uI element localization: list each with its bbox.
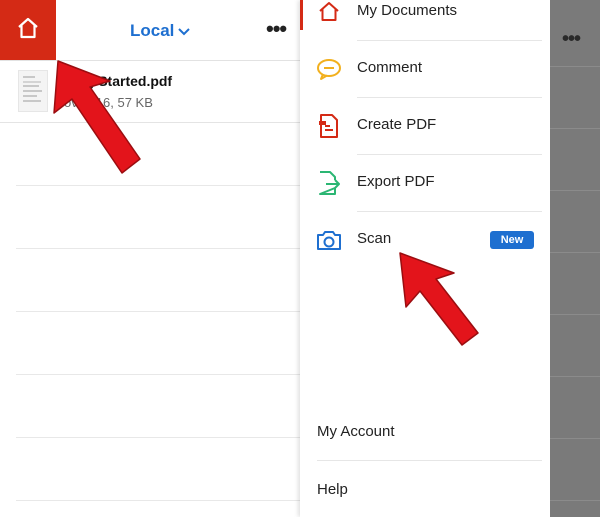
list-divider [550,128,600,129]
list-divider [550,438,600,439]
menu-item-create-pdf[interactable]: Create PDF [300,98,550,155]
create-pdf-icon [315,112,343,140]
menu-item-scan[interactable]: Scan New [300,212,550,269]
list-divider [550,500,600,501]
file-name: tting Started.pdf [64,73,173,89]
camera-icon [315,226,343,254]
menu-item-label: My Documents [357,2,458,19]
menu-item-my-documents[interactable]: My Documents [300,0,550,41]
menu-item-label: Export PDF [357,173,435,190]
chevron-down-icon [178,21,191,41]
menu-item-label: Comment [357,59,423,76]
list-divider [550,66,600,67]
home-icon [315,0,343,26]
location-selector[interactable]: Local [130,20,191,42]
list-divider [16,185,300,186]
new-badge: New [490,231,534,249]
dimmed-overlay[interactable]: ••• [550,0,600,517]
navigation-drawer: My Documents Comment Create PDF Export P… [300,0,550,517]
list-divider [16,437,300,438]
home-icon [15,15,41,46]
menu-item-export-pdf[interactable]: Export PDF [300,155,550,212]
list-divider [550,376,600,377]
list-divider [16,374,300,375]
home-button[interactable] [0,0,56,60]
comment-icon [315,55,343,83]
list-divider [550,190,600,191]
file-meta: ov 2016, 57 KB [64,95,153,110]
help-link[interactable]: Help [317,481,348,498]
list-divider [16,311,300,312]
drawer-accent [300,0,303,30]
list-divider [550,314,600,315]
list-divider [16,500,300,501]
export-pdf-icon [315,169,343,197]
menu-item-comment[interactable]: Comment [300,41,550,98]
divider [317,460,542,461]
my-account-link[interactable]: My Account [317,423,395,440]
file-list-pane: Local ••• tting Started.pdf ov 2016, 57 … [0,0,300,517]
top-bar: Local ••• [0,0,300,61]
list-divider [550,252,600,253]
location-label: Local [130,21,175,40]
more-options-dimmed: ••• [562,28,581,50]
file-row[interactable]: tting Started.pdf ov 2016, 57 KB [0,60,300,123]
pdf-thumbnail [18,70,48,112]
more-options-button[interactable]: ••• [266,16,292,42]
menu-item-label: Create PDF [357,116,437,133]
list-divider [16,248,300,249]
menu-item-label: Scan [357,230,392,247]
